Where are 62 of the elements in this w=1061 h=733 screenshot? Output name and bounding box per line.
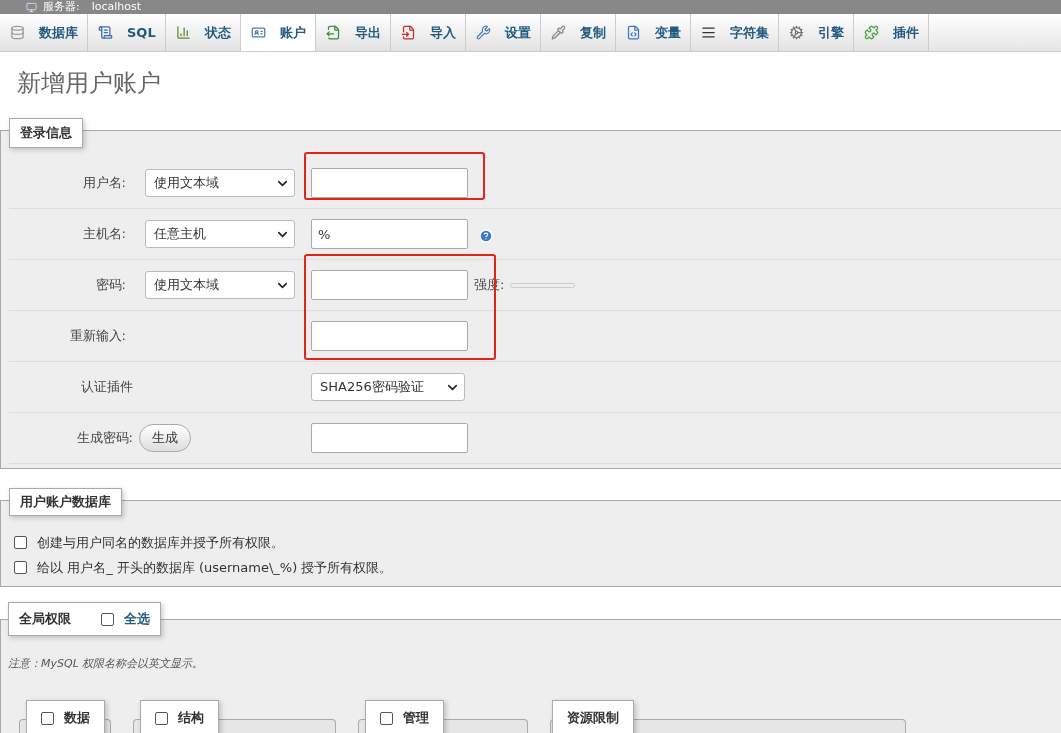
generate-button[interactable]: 生成 <box>139 424 191 452</box>
checkbox[interactable] <box>41 711 54 725</box>
input-field[interactable] <box>311 270 468 300</box>
nav-tab[interactable]: 字符集 <box>690 14 779 51</box>
nav-tab[interactable]: 状态 <box>165 14 241 51</box>
monitor-icon <box>26 1 37 13</box>
section-legend: 登录信息 <box>9 118 83 148</box>
checkbox[interactable] <box>14 561 27 574</box>
code-file-icon <box>625 25 641 40</box>
gear-icon <box>788 25 804 40</box>
option-label: 给以 用户名_ 开头的数据库 (username\_%) 授予所有权限。 <box>37 558 393 577</box>
server-label: 服务器: <box>43 0 80 14</box>
help-icon[interactable] <box>479 229 493 243</box>
option-label: 创建与用户同名的数据库并授予所有权限。 <box>37 533 284 552</box>
input-field[interactable]: % <box>311 219 468 249</box>
input-field[interactable] <box>311 423 468 453</box>
checkbox[interactable] <box>101 612 114 626</box>
nav-tab[interactable]: 数据库 <box>0 14 88 51</box>
dropdown[interactable]: 使用文本域 <box>145 271 295 299</box>
nav-tab[interactable]: SQL <box>88 14 166 51</box>
nav-tab[interactable]: 设置 <box>465 14 541 51</box>
group-title: 数据 <box>64 709 90 728</box>
field-label: 重新输入: <box>68 327 126 346</box>
nav-tab[interactable]: 导入 <box>390 14 466 51</box>
scroll-icon <box>98 25 113 40</box>
select-all-link[interactable]: 全选 <box>124 609 150 629</box>
server-name: localhost <box>91 0 142 14</box>
section-legend: 用户账户数据库 <box>9 488 122 516</box>
id-card-icon <box>250 25 266 40</box>
pipette-icon <box>550 25 566 40</box>
field-label: 密码: <box>94 276 126 295</box>
nav-tab[interactable]: 复制 <box>540 14 616 51</box>
field-label: 主机名: <box>81 225 126 244</box>
group-title: 管理 <box>403 709 429 728</box>
bar-chart-icon <box>175 25 191 40</box>
checkbox[interactable] <box>14 536 27 549</box>
lines-icon <box>700 25 716 40</box>
field-label: 用户名: <box>81 174 126 193</box>
field-label: 认证插件 <box>81 378 133 397</box>
group-title: 资源限制 <box>567 709 619 728</box>
nav-tab[interactable]: 导出 <box>315 14 391 51</box>
group-title: 结构 <box>178 709 204 728</box>
section-legend: 全局权限 <box>19 609 71 629</box>
page-title: 新增用户账户 <box>17 68 162 99</box>
nav-tab[interactable]: 引擎 <box>778 14 854 51</box>
import-icon <box>400 25 416 40</box>
nav-tab[interactable]: 变量 <box>615 14 691 51</box>
checkbox[interactable] <box>380 711 393 725</box>
wrench-icon <box>475 25 491 40</box>
dropdown[interactable]: 任意主机 <box>145 220 295 248</box>
export-icon <box>325 25 341 40</box>
checkbox[interactable] <box>155 711 168 725</box>
field-label: 生成密码: <box>75 429 133 448</box>
puzzle-icon <box>863 25 879 40</box>
database-icon <box>10 25 25 40</box>
dropdown[interactable]: SHA256密码验证 <box>311 373 465 401</box>
note-text: 注意：MySQL 权限名称会以英文显示。 <box>8 657 205 671</box>
input-field[interactable] <box>311 168 468 198</box>
nav-tab[interactable]: 账户 <box>240 14 316 51</box>
input-field[interactable] <box>311 321 468 351</box>
dropdown[interactable]: 使用文本域 <box>145 169 295 197</box>
nav-tab[interactable]: 插件 <box>853 14 929 51</box>
